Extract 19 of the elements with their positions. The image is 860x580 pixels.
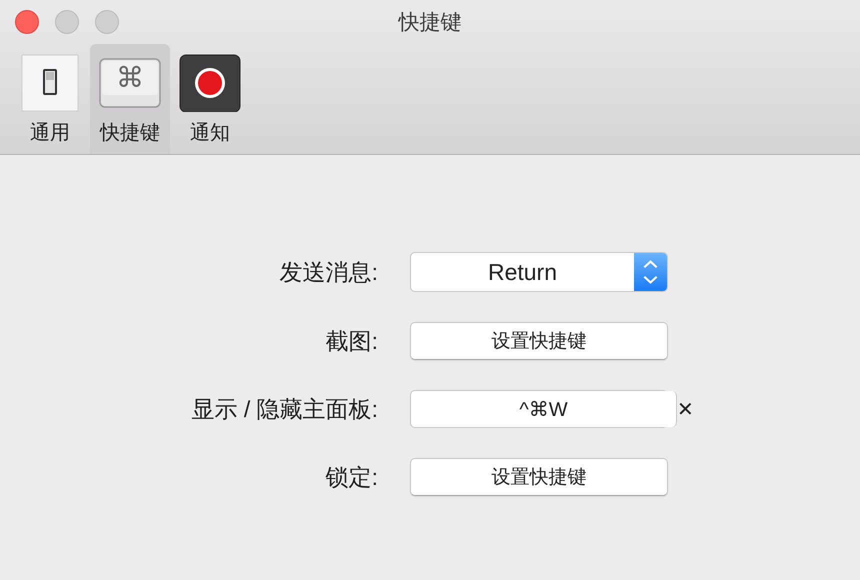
close-button[interactable] xyxy=(15,10,39,34)
zoom-button[interactable] xyxy=(95,10,119,34)
stepper-icon xyxy=(634,253,667,291)
toolbar-tab[interactable]: 通知 xyxy=(170,44,250,154)
field-label: 锁定: xyxy=(324,462,378,492)
field-label: 截图: xyxy=(324,326,378,356)
field-label: 显示 / 隐藏主面板: xyxy=(190,394,378,424)
clear-button[interactable]: ✕ xyxy=(677,391,694,427)
switch-icon xyxy=(21,54,79,112)
set-shortcut-button[interactable]: 设置快捷键 xyxy=(410,322,668,360)
popup-button[interactable]: Return xyxy=(410,252,668,292)
toolbar-tab[interactable]: 通用 xyxy=(10,44,90,154)
toolbar-tab[interactable]: ⌘ 快捷键 xyxy=(90,44,170,154)
shortcut-field[interactable]: ^⌘W xyxy=(411,391,677,427)
minimize-button[interactable] xyxy=(55,10,79,34)
field-label: 发送消息: xyxy=(278,258,378,286)
record-icon xyxy=(179,54,241,112)
set-shortcut-button[interactable]: 设置快捷键 xyxy=(410,458,668,496)
window-title: 快捷键 xyxy=(398,10,462,36)
